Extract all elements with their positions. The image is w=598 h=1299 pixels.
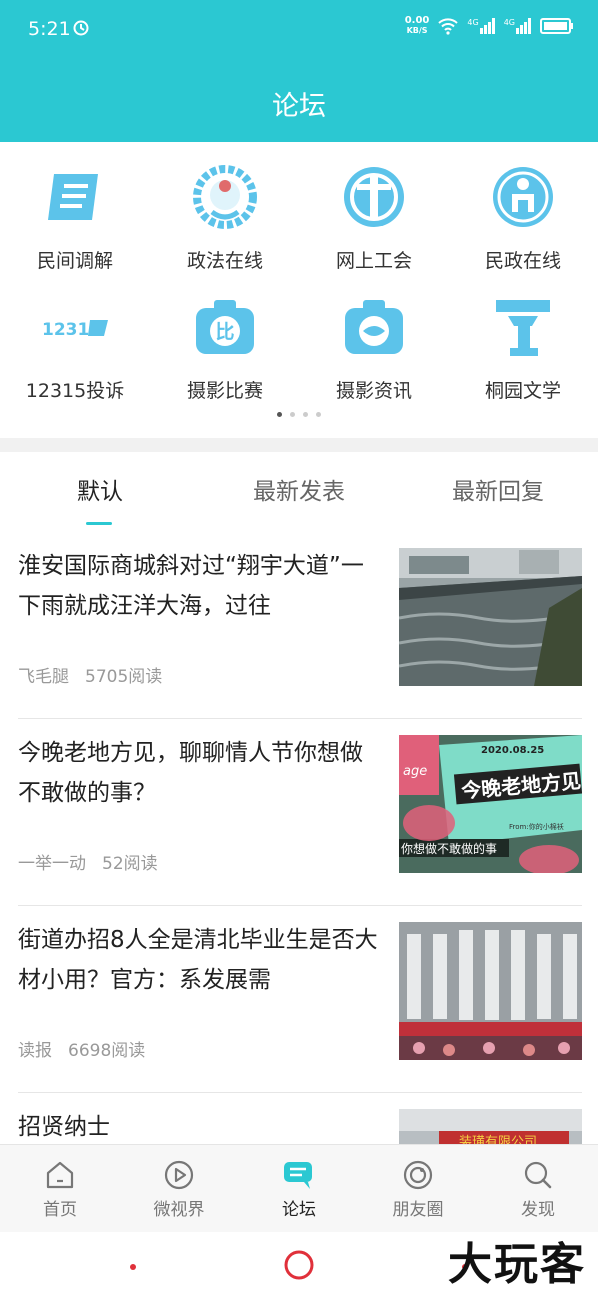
forum-icon — [284, 1162, 312, 1189]
shortcut-mediation[interactable]: 民间调解 — [0, 142, 150, 272]
post-reads: 52阅读 — [102, 854, 158, 874]
post-author: 一举一动 — [18, 854, 86, 874]
svg-text:装璜有限公司: 装璜有限公司 — [459, 1135, 537, 1144]
active-tab-indicator — [86, 522, 112, 525]
literature-icon — [496, 300, 550, 356]
page-indicator — [0, 412, 598, 417]
shortcut-union[interactable]: 网上工会 — [299, 142, 449, 272]
battery-icon — [540, 18, 573, 34]
wifi-icon — [438, 18, 459, 35]
signal-icon — [516, 18, 531, 34]
svg-text:2020.08.25: 2020.08.25 — [481, 745, 544, 756]
svg-text:age: age — [403, 764, 427, 779]
page-dot — [303, 412, 308, 417]
post-meta: 飞毛腿 5705阅读 — [18, 662, 162, 687]
shortcut-legal[interactable]: 政法在线 — [150, 142, 300, 272]
post-title: 今晚老地方见，聊聊情人节你想做不敢做的事？ — [18, 740, 363, 806]
signal-4g-2: 4G — [504, 18, 532, 34]
clock-time: 5:21 — [28, 18, 71, 40]
status-bar: 5:21 0.00 KB/S 4G 4G — [0, 0, 598, 64]
search-icon — [524, 1161, 552, 1189]
nav-home[interactable]: 首页 — [0, 1159, 120, 1220]
svg-text:你想做不敢做的事: 你想做不敢做的事 — [401, 841, 497, 856]
page-dot — [290, 412, 295, 417]
app-header: 5:21 0.00 KB/S 4G 4G 论坛 — [0, 0, 598, 142]
shortcut-12315[interactable]: 12315 12315投诉 — [0, 272, 150, 402]
play-icon — [164, 1160, 194, 1190]
svg-text:From:你的小棉袄: From:你的小棉袄 — [509, 822, 564, 831]
post-thumbnail: 装璜有限公司 — [399, 1109, 582, 1144]
post-meta: 一举一动 52阅读 — [18, 849, 158, 874]
shortcut-photo-news[interactable]: 摄影资讯 — [299, 272, 449, 402]
page-dot-active — [277, 412, 282, 417]
list-item[interactable]: 今晚老地方见，聊聊情人节你想做不敢做的事？ 一举一动 52阅读 age 2020.… — [18, 719, 582, 906]
page-title: 论坛 — [272, 91, 326, 122]
post-reads: 6698阅读 — [68, 1041, 146, 1061]
emblem-icon — [193, 165, 257, 229]
post-author: 飞毛腿 — [18, 667, 69, 687]
sort-tabs: 默认 最新发表 最新回复 — [0, 452, 598, 532]
menu-dot-icon[interactable] — [128, 1262, 138, 1272]
shortcut-literature[interactable]: 桐园文学 — [448, 272, 598, 402]
moments-icon — [403, 1160, 433, 1190]
nav-forum[interactable]: 论坛 — [239, 1159, 359, 1220]
shortcut-grid: 民间调解 政法在线 网上工会 民政在线 12315 12315投诉 比 摄影比赛… — [0, 142, 598, 438]
complaint-12315-icon: 12315 — [42, 320, 108, 340]
alarm-icon — [73, 20, 89, 36]
shortcut-photo-contest[interactable]: 比 摄影比赛 — [150, 272, 300, 402]
section-divider — [0, 438, 598, 452]
post-reads: 5705阅读 — [85, 667, 163, 687]
post-title: 招贤纳士 — [18, 1114, 110, 1140]
svg-text:比: 比 — [215, 321, 234, 343]
list-item[interactable]: 招贤纳士 装璜有限公司 — [18, 1093, 582, 1144]
signal-icon — [479, 18, 495, 34]
tab-latest-post[interactable]: 最新发表 — [199, 472, 399, 506]
signal-4g-1: 4G — [467, 18, 495, 34]
watermark-logo: 大玩客 — [448, 1239, 586, 1290]
post-thumbnail — [399, 548, 582, 686]
page-dot — [316, 412, 321, 417]
net-speed: 0.00 KB/S — [404, 15, 430, 36]
list-item[interactable]: 街道办招8人全是清北毕业生是否大材小用？官方：系发展需 读报 6698阅读 — [18, 906, 582, 1093]
post-author: 读报 — [18, 1041, 52, 1061]
post-title: 街道办招8人全是清北毕业生是否大材小用？官方：系发展需 — [18, 927, 378, 993]
post-thumbnail — [399, 922, 582, 1060]
camera-news-icon — [345, 300, 403, 354]
bottom-nav: 首页 微视界 论坛 朋友圈 发现 — [0, 1144, 598, 1232]
post-title: 淮安国际商城斜对过“翔宇大道”一下雨就成汪洋大海，过往 — [18, 553, 364, 619]
post-list: 淮安国际商城斜对过“翔宇大道”一下雨就成汪洋大海，过往 飞毛腿 5705阅读 今晚… — [0, 532, 598, 1144]
nav-video[interactable]: 微视界 — [119, 1159, 239, 1220]
nav-moments[interactable]: 朋友圈 — [358, 1159, 478, 1220]
union-icon — [344, 167, 404, 227]
camera-contest-icon: 比 — [196, 300, 254, 354]
post-meta: 读报 6698阅读 — [18, 1036, 145, 1061]
post-thumbnail: age 2020.08.25 今晚老地方见 From:你的小棉袄 你想做不敢做的… — [399, 735, 582, 873]
tab-latest-reply[interactable]: 最新回复 — [398, 472, 598, 506]
shortcut-civil[interactable]: 民政在线 — [448, 142, 598, 272]
civil-affairs-icon — [493, 167, 553, 227]
home-circle-icon[interactable] — [283, 1249, 315, 1281]
nav-discover[interactable]: 发现 — [478, 1159, 598, 1220]
scroll-icon — [48, 174, 98, 220]
home-icon — [46, 1161, 74, 1189]
tab-default[interactable]: 默认 — [0, 472, 200, 506]
list-item[interactable]: 淮安国际商城斜对过“翔宇大道”一下雨就成汪洋大海，过往 飞毛腿 5705阅读 — [18, 532, 582, 719]
